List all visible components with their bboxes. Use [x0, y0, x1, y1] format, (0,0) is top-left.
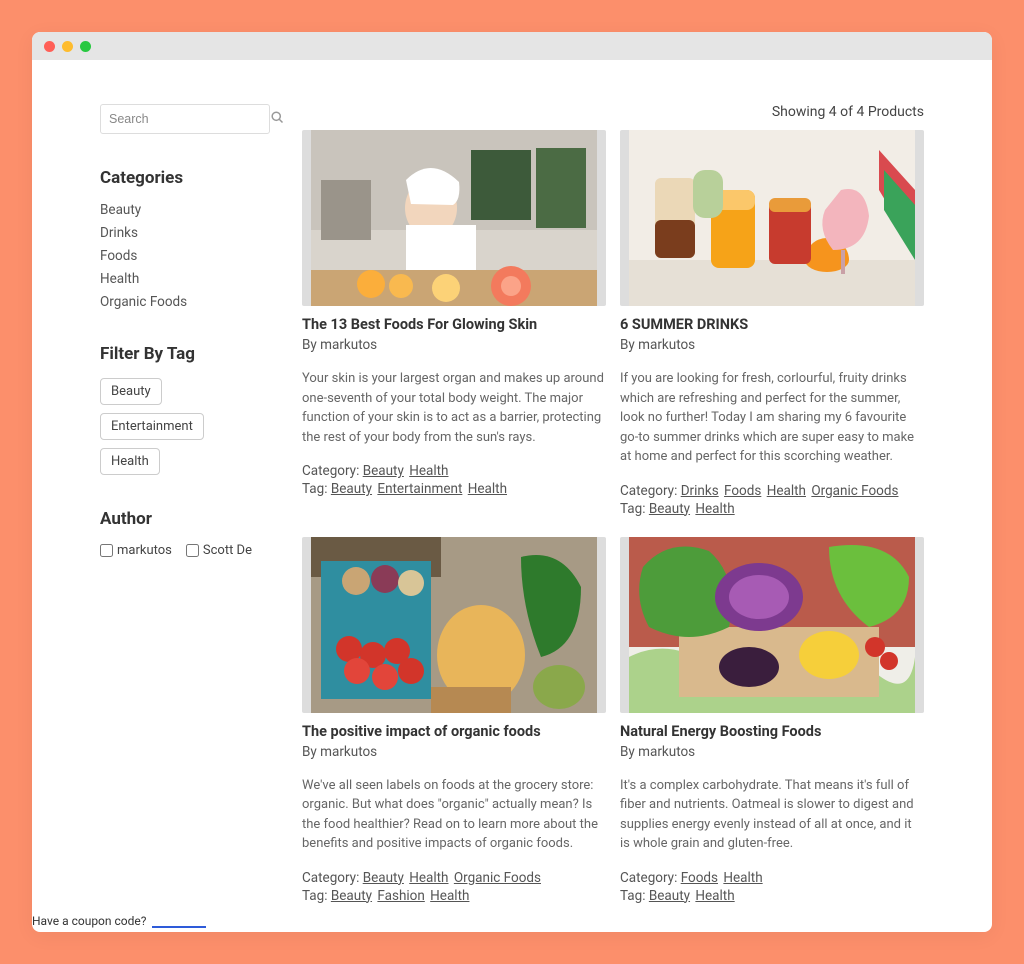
window-minimize-icon[interactable]	[62, 41, 73, 52]
tag-link[interactable]: Health	[430, 888, 469, 904]
category-link[interactable]: Health	[409, 463, 448, 479]
card-tag-line: Tag: Beauty Health	[620, 501, 924, 517]
author-item[interactable]: markutos	[100, 543, 172, 558]
coupon-prompt[interactable]: Have a coupon code?	[32, 914, 206, 932]
search-icon[interactable]	[270, 110, 285, 129]
author-checkbox[interactable]	[186, 544, 199, 557]
categories-heading: Categories	[100, 168, 270, 188]
card-title[interactable]: The 13 Best Foods For Glowing Skin	[302, 316, 606, 333]
window-maximize-icon[interactable]	[80, 41, 91, 52]
category-link[interactable]: Foods	[681, 870, 718, 886]
tag-chip[interactable]: Health	[100, 448, 160, 475]
category-link[interactable]: Health	[723, 870, 762, 886]
card-byline: By markutos	[620, 337, 924, 353]
author-checkbox[interactable]	[100, 544, 113, 557]
tag-link[interactable]: Beauty	[649, 501, 690, 517]
sidebar: Categories Beauty Drinks Foods Health Organi…	[100, 104, 270, 932]
card-title[interactable]: 6 SUMMER DRINKS	[620, 316, 924, 333]
card-thumbnail[interactable]	[302, 130, 606, 306]
tag-link[interactable]: Health	[468, 481, 507, 497]
card-category-line: Category: Beauty Health	[302, 463, 606, 479]
card-excerpt: We've all seen labels on foods at the gr…	[302, 776, 606, 854]
search-box[interactable]	[100, 104, 270, 134]
product-card: 6 SUMMER DRINKS By markutos If you are loo…	[620, 130, 924, 519]
main-area: Showing 4 of 4 Products The 13 Best Food…	[302, 104, 924, 932]
results-count: Showing 4 of 4 Products	[302, 104, 924, 120]
tag-link[interactable]: Fashion	[377, 888, 424, 904]
card-category-line: Category: Drinks Foods Health Organic Fo…	[620, 483, 924, 499]
category-link[interactable]: Foods	[724, 483, 761, 499]
tag-chip[interactable]: Entertainment	[100, 413, 204, 440]
category-link[interactable]: Beauty	[363, 463, 404, 479]
browser-window: Categories Beauty Drinks Foods Health Organi…	[32, 32, 992, 932]
card-tag-line: Tag: Beauty Health	[620, 888, 924, 904]
tag-link[interactable]: Entertainment	[377, 481, 462, 497]
category-link[interactable]: Health	[409, 870, 448, 886]
page-content: Categories Beauty Drinks Foods Health Organi…	[32, 60, 992, 932]
tag-link[interactable]: Health	[695, 888, 734, 904]
card-excerpt: If you are looking for fresh, corlourful…	[620, 369, 924, 467]
card-tag-line: Tag: Beauty Entertainment Health	[302, 481, 606, 497]
window-titlebar	[32, 32, 992, 60]
tag-link[interactable]: Health	[695, 501, 734, 517]
author-heading: Author	[100, 509, 270, 529]
category-link[interactable]: Organic Foods	[811, 483, 898, 499]
filter-by-tag-heading: Filter By Tag	[100, 344, 270, 364]
author-item[interactable]: Scott De	[186, 543, 252, 558]
product-card: The 13 Best Foods For Glowing Skin By mar…	[302, 130, 606, 519]
product-card: The positive impact of organic foods By m…	[302, 537, 606, 906]
card-byline: By markutos	[302, 337, 606, 353]
window-close-icon[interactable]	[44, 41, 55, 52]
card-title[interactable]: The positive impact of organic foods	[302, 723, 606, 740]
category-link[interactable]: Organic Foods	[454, 870, 541, 886]
search-input[interactable]	[109, 112, 270, 126]
coupon-label: Have a coupon code?	[32, 914, 146, 928]
card-thumbnail[interactable]	[620, 130, 924, 306]
card-excerpt: It's a complex carbohydrate. That means …	[620, 776, 924, 854]
author-label: markutos	[117, 543, 172, 558]
category-item[interactable]: Health	[100, 271, 270, 287]
tag-link[interactable]: Beauty	[331, 481, 372, 497]
tag-link[interactable]: Beauty	[649, 888, 690, 904]
product-card: Natural Energy Boosting Foods By markutos…	[620, 537, 924, 906]
tag-list: Beauty Entertainment Health	[100, 378, 270, 475]
category-item[interactable]: Drinks	[100, 225, 270, 241]
card-thumbnail[interactable]	[620, 537, 924, 713]
card-byline: By markutos	[302, 744, 606, 760]
category-link[interactable]: Beauty	[363, 870, 404, 886]
card-thumbnail[interactable]	[302, 537, 606, 713]
card-category-line: Category: Foods Health	[620, 870, 924, 886]
category-link[interactable]: Health	[767, 483, 806, 499]
product-grid: The 13 Best Foods For Glowing Skin By mar…	[302, 130, 924, 906]
card-category-line: Category: Beauty Health Organic Foods	[302, 870, 606, 886]
category-item[interactable]: Organic Foods	[100, 294, 270, 310]
category-link[interactable]: Drinks	[681, 483, 719, 499]
card-title[interactable]: Natural Energy Boosting Foods	[620, 723, 924, 740]
card-byline: By markutos	[620, 744, 924, 760]
tag-link[interactable]: Beauty	[331, 888, 372, 904]
tag-chip[interactable]: Beauty	[100, 378, 162, 405]
category-list: Beauty Drinks Foods Health Organic Foods	[100, 202, 270, 310]
category-item[interactable]: Foods	[100, 248, 270, 264]
author-label: Scott De	[203, 543, 252, 558]
category-item[interactable]: Beauty	[100, 202, 270, 218]
card-tag-line: Tag: Beauty Fashion Health	[302, 888, 606, 904]
card-excerpt: Your skin is your largest organ and make…	[302, 369, 606, 447]
author-list: markutos Scott De	[100, 543, 270, 558]
